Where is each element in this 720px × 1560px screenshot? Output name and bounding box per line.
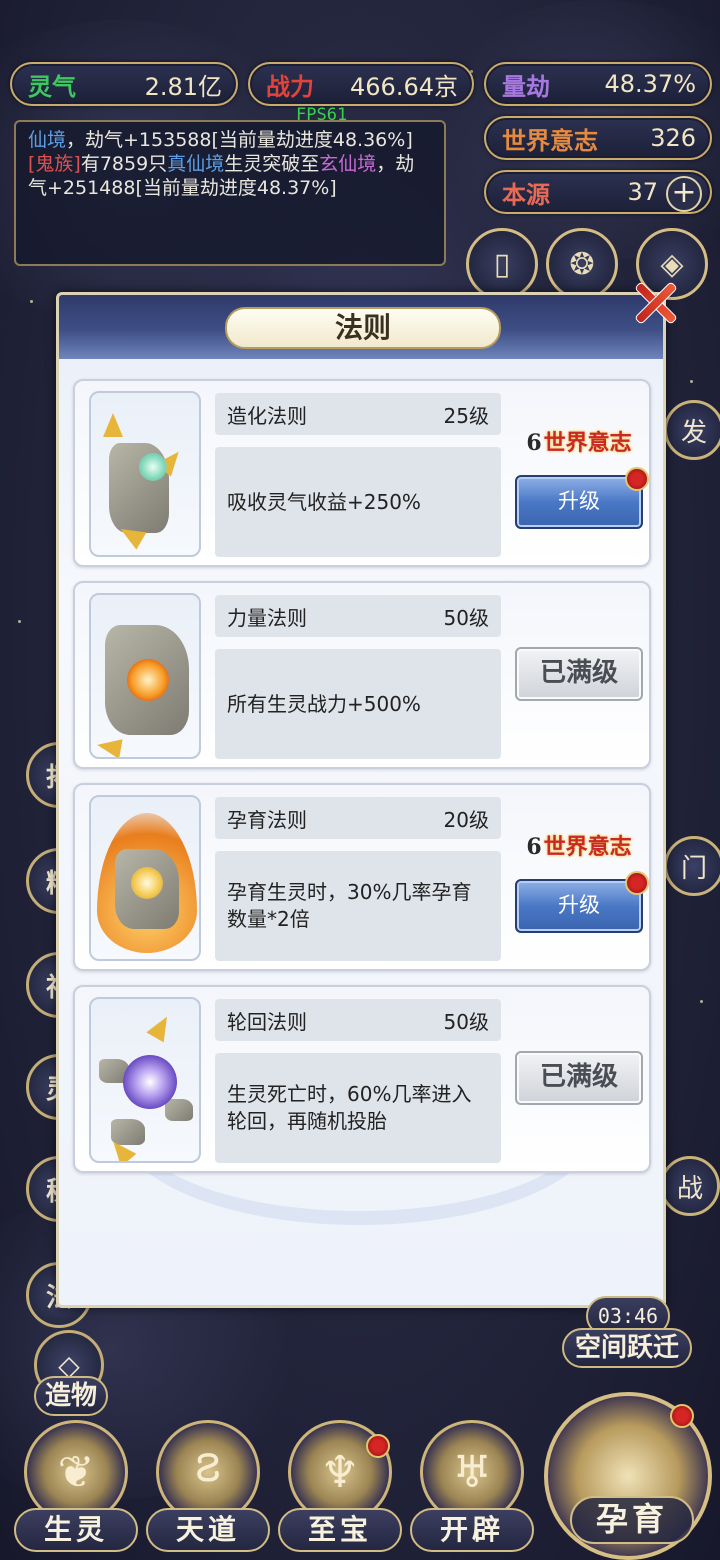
- star: [690, 380, 693, 383]
- log-text: 有7859只: [80, 153, 168, 175]
- law-description: 孕育生灵时，30%几率孕育数量*2倍: [215, 851, 501, 961]
- nav-label: 开辟: [410, 1508, 534, 1552]
- law-description-text: 所有生灵战力+500%: [227, 691, 421, 716]
- side-button-label: 发: [680, 417, 707, 448]
- star: [30, 300, 33, 303]
- add-benyuan-button[interactable]: +: [666, 176, 702, 212]
- law-level: 20级: [443, 807, 489, 832]
- notification-dot: [366, 1434, 390, 1458]
- cost-amount: 6: [526, 430, 542, 456]
- law-description: 所有生灵战力+500%: [215, 649, 501, 759]
- dialog-title: 法则: [225, 307, 501, 349]
- upgrade-cost: 6世界意志: [521, 425, 637, 457]
- log-realm: 仙境: [28, 129, 67, 151]
- liliang-law-art: [89, 593, 201, 759]
- log-text: 生灵突破至: [224, 153, 320, 175]
- law-level: 50级: [443, 605, 489, 630]
- nav-label: 天道: [146, 1508, 270, 1552]
- law-description-text: 生灵死亡时，60%几率进入轮回，再随机投胎: [227, 1082, 472, 1133]
- law-card-liliang: 力量法则 50级 所有生灵战力+500% 已满级: [73, 581, 651, 769]
- stat-lingqi[interactable]: 灵气 2.81亿: [10, 62, 238, 106]
- stat-shijie-yizhi-label: 世界意志: [502, 125, 598, 155]
- close-icon[interactable]: [624, 272, 686, 334]
- law-name-bar: 造化法则 25级: [215, 393, 501, 435]
- stat-lingqi-label: 灵气: [28, 71, 76, 101]
- yunyu-law-art: [89, 795, 201, 961]
- notification-dot: [670, 1404, 694, 1428]
- law-name-bar: 力量法则 50级: [215, 595, 501, 637]
- law-level: 25级: [443, 403, 489, 428]
- cost-amount: 6: [526, 834, 542, 860]
- law-description: 生灵死亡时，60%几率进入轮回，再随机投胎: [215, 1053, 501, 1163]
- law-name-bar: 轮回法则 50级: [215, 999, 501, 1041]
- stat-liangjie-value: 48.37%: [604, 70, 696, 98]
- stat-benyuan-label: 本源: [502, 179, 550, 209]
- stat-liangjie-label: 量劫: [502, 71, 550, 101]
- law-description-text: 孕育生灵时，30%几率孕育数量*2倍: [227, 880, 472, 931]
- nav-zhibao[interactable]: ♆ 至宝: [278, 1420, 402, 1560]
- nav-label: 生灵: [14, 1508, 138, 1552]
- side-button-label: 战: [676, 1173, 703, 1204]
- law-dialog: 法则 造化法则 25级 吸收灵气收益+250% 6世界意志 升级 力量法则 50…: [56, 292, 666, 1308]
- stat-zhanli-value: 466.64京: [350, 72, 458, 101]
- side-button-right-top[interactable]: 发: [664, 400, 720, 460]
- stat-benyuan[interactable]: 本源 37 +: [484, 170, 712, 214]
- stat-lingqi-value: 2.81亿: [144, 72, 222, 101]
- log-realm: 真仙境: [167, 153, 225, 175]
- cost-currency: 世界意志: [543, 834, 632, 860]
- side-button-label: 门: [680, 853, 707, 884]
- stat-shijie-yizhi[interactable]: 世界意志 326: [484, 116, 712, 160]
- nav-shengling[interactable]: ❦ 生灵: [14, 1420, 138, 1560]
- log-text: ，劫气+153588[当前量劫进度48.36%]: [66, 129, 413, 151]
- side-button-right-mid[interactable]: 门: [664, 836, 720, 896]
- star: [700, 1000, 703, 1003]
- nav-kaipi[interactable]: ♅ 开辟: [410, 1420, 534, 1560]
- stat-benyuan-value: 37: [627, 178, 658, 206]
- law-name: 孕育法则: [227, 807, 307, 832]
- law-description-text: 吸收灵气收益+250%: [227, 489, 421, 514]
- law-name: 轮回法则: [227, 1009, 307, 1034]
- side-button-right-low[interactable]: 战: [660, 1156, 720, 1216]
- upgrade-cost: 6世界意志: [521, 829, 637, 861]
- law-level: 50级: [443, 1009, 489, 1034]
- space-jump-button[interactable]: 空间跃迁: [562, 1328, 692, 1368]
- law-description: 吸收灵气收益+250%: [215, 447, 501, 557]
- law-name: 力量法则: [227, 605, 307, 630]
- log-race: [鬼族]: [28, 153, 81, 175]
- max-level-button-liliang[interactable]: 已满级: [515, 647, 643, 701]
- stat-liangjie[interactable]: 量劫 48.37%: [484, 62, 712, 106]
- max-level-button-lunhui[interactable]: 已满级: [515, 1051, 643, 1105]
- notification-dot: [625, 467, 649, 491]
- nav-label: 至宝: [278, 1508, 402, 1552]
- upgrade-button-zaohua[interactable]: 升级: [515, 475, 643, 529]
- zaowu-button[interactable]: 造物: [34, 1376, 108, 1416]
- nav-tiandao[interactable]: ౭ 天道: [146, 1420, 270, 1560]
- law-name: 造化法则: [227, 403, 307, 428]
- event-log: 仙境，劫气+153588[当前量劫进度48.36%] [鬼族]有7859只真仙境…: [14, 120, 446, 266]
- log-realm: 玄仙境: [319, 153, 377, 175]
- pillar-icon-button[interactable]: ▯: [466, 228, 538, 300]
- yunyu-label[interactable]: 孕育: [570, 1496, 694, 1544]
- zaohua-law-art: [89, 391, 201, 557]
- law-card-yunyu: 孕育法则 20级 孕育生灵时，30%几率孕育数量*2倍 6世界意志 升级: [73, 783, 651, 971]
- stat-zhanli[interactable]: 战力 466.64京: [248, 62, 474, 106]
- notification-dot: [625, 871, 649, 895]
- stat-zhanli-label: 战力: [266, 71, 314, 101]
- swirl-icon-button[interactable]: ❂: [546, 228, 618, 300]
- law-card-zaohua: 造化法则 25级 吸收灵气收益+250% 6世界意志 升级: [73, 379, 651, 567]
- lunhui-law-art: [89, 997, 201, 1163]
- stat-shijie-yizhi-value: 326: [650, 124, 696, 152]
- upgrade-button-yunyu[interactable]: 升级: [515, 879, 643, 933]
- law-card-lunhui: 轮回法则 50级 生灵死亡时，60%几率进入轮回，再随机投胎 已满级: [73, 985, 651, 1173]
- star: [18, 620, 21, 623]
- law-name-bar: 孕育法则 20级: [215, 797, 501, 839]
- cost-currency: 世界意志: [543, 430, 632, 456]
